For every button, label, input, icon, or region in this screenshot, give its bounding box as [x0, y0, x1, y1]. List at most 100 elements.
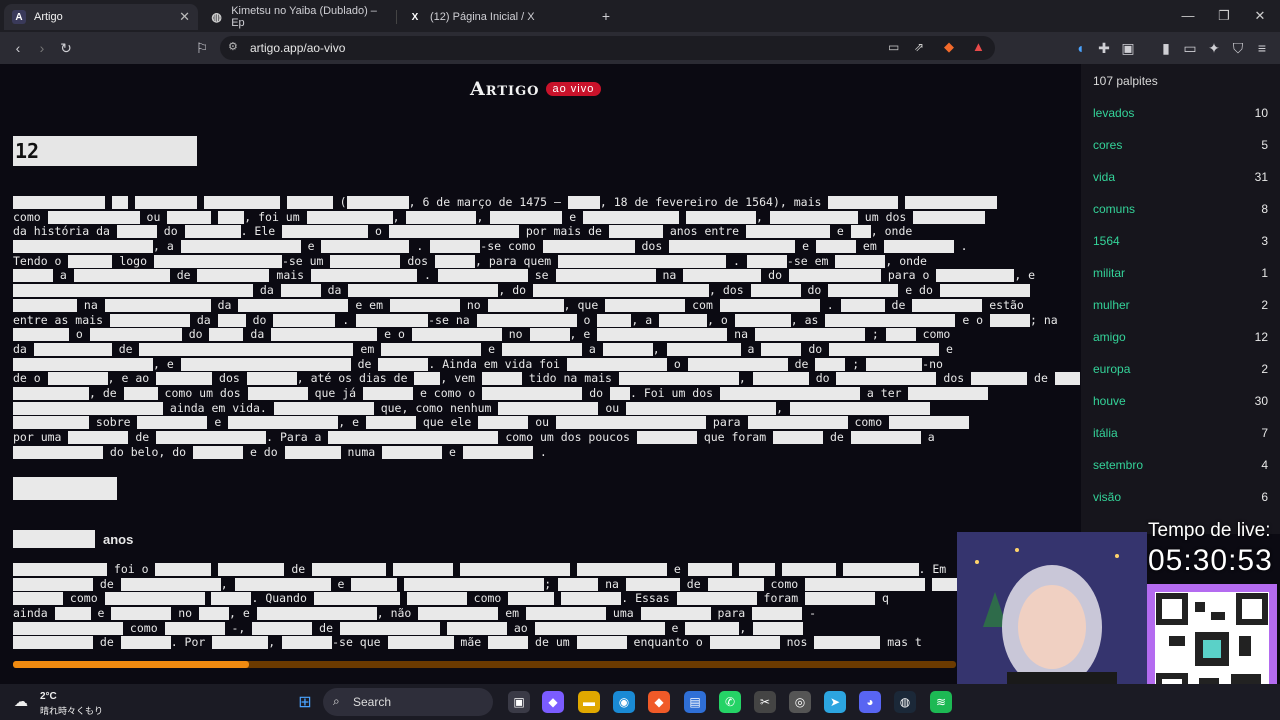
revealed-text [400, 591, 407, 605]
guess-word: vida [1093, 170, 1116, 184]
redacted-word [246, 372, 297, 386]
revealed-text: ; [845, 356, 867, 371]
address-bar[interactable]: ⚙ artigo.app/ao-vivo ▭ ⇗ ◆ ▲ [220, 36, 995, 60]
redacted-word [430, 240, 481, 254]
brand-title[interactable]: Artigo [470, 78, 540, 100]
revealed-text: , não [376, 606, 419, 621]
redacted-word [111, 607, 172, 621]
steam-icon[interactable]: ◍ [894, 691, 916, 713]
taskbar-search[interactable]: ⌕ Search [323, 688, 493, 716]
revealed-text: de [350, 356, 379, 371]
close-tab-icon[interactable]: ✕ [179, 9, 190, 25]
leo-ai-icon[interactable]: ✦ [1204, 38, 1224, 58]
artigo-favicon-icon: A [12, 10, 26, 24]
live-time-label: Tempo de live: [1148, 520, 1271, 541]
start-icon[interactable]: ⊞ [294, 691, 316, 713]
spotify-icon[interactable]: ≋ [930, 691, 952, 713]
obs-icon[interactable]: ◎ [789, 691, 811, 713]
redacted-word [829, 342, 940, 356]
article-line: da da , do , dos do e do [13, 283, 1068, 298]
whatsapp-icon[interactable]: ✆ [719, 691, 741, 713]
revealed-text: da [253, 283, 281, 298]
sidebar-toggle-icon[interactable]: ▮ [1156, 38, 1176, 58]
revealed-text: e em [348, 297, 390, 312]
tab-kimetsu[interactable]: ◍ Kimetsu no Yaiba (Dublado) – Ep [202, 4, 392, 30]
redacted-word [271, 328, 378, 342]
redacted-word [252, 621, 313, 635]
redacted-word [199, 607, 230, 621]
copilot-icon[interactable]: ◆ [542, 691, 564, 713]
brave-icon[interactable]: ◆ [648, 691, 670, 713]
tab-x[interactable]: X (12) Página Inicial / X [400, 4, 590, 30]
url-text[interactable]: artigo.app/ao-vivo [250, 41, 345, 55]
redacted-word [306, 210, 393, 224]
redacted-word [498, 401, 599, 415]
vpn-shield-icon[interactable]: ⛉ [1228, 38, 1248, 58]
redacted-word [555, 269, 656, 283]
redacted-word [850, 225, 871, 239]
tab-label: Artigo [34, 11, 63, 23]
redacted-word [686, 210, 757, 224]
redacted-word [761, 342, 802, 356]
wallet-icon[interactable]: ▭ [1180, 38, 1200, 58]
revealed-text: . Foi um dos [629, 385, 720, 400]
redacted-word [618, 372, 739, 386]
redacted-word [197, 269, 270, 283]
redacted-word [13, 284, 253, 298]
article-line: entre as mais da do . -se na o , a , o ,… [13, 313, 1068, 328]
tab-search-icon[interactable]: ▣ [1118, 38, 1138, 58]
redacted-word [636, 431, 697, 444]
redacted-word [913, 210, 986, 224]
revealed-text: uma [605, 606, 641, 621]
revealed-text: , [756, 209, 770, 224]
brave-shields-icon[interactable]: ◆ [944, 39, 954, 55]
redacted-word [905, 196, 998, 209]
cast-icon[interactable]: ▭ [888, 40, 899, 54]
revealed-text: dos [212, 371, 247, 386]
forward-icon[interactable]: › [32, 38, 52, 58]
tab-artigo[interactable]: A Artigo ✕ [4, 4, 198, 30]
capcut-icon[interactable]: ✂ [754, 691, 776, 713]
site-info-icon[interactable]: ⚙ [228, 40, 238, 53]
discord-icon[interactable]: ◕ [859, 691, 881, 713]
revealed-text: mãe [453, 635, 489, 650]
redacted-word [313, 592, 400, 606]
task-view-icon[interactable]: ▣ [508, 691, 530, 713]
revealed-text: como [123, 620, 165, 635]
audio-icon[interactable]: ◖ [1070, 38, 1090, 58]
revealed-text: no [171, 606, 200, 621]
guess-item: itália 7 [1093, 426, 1268, 440]
revealed-text: de [111, 341, 140, 356]
redacted-word [104, 592, 205, 606]
redacted-word [193, 445, 244, 459]
revealed-text: como um dos poucos [498, 430, 637, 444]
bookmark-icon[interactable]: ⚐ [192, 38, 212, 58]
extensions-icon[interactable]: ✚ [1094, 38, 1114, 58]
edge-icon[interactable]: ◉ [613, 691, 635, 713]
telegram-icon[interactable]: ➤ [824, 691, 846, 713]
redacted-word [533, 284, 710, 298]
back-icon[interactable]: ‹ [8, 38, 28, 58]
revealed-text: Tendo o [13, 253, 69, 268]
revealed-text: mais [269, 268, 312, 283]
file-explorer-icon[interactable]: ▬ [578, 691, 600, 713]
revealed-text: -se como [480, 239, 543, 254]
store-icon[interactable]: ▤ [684, 691, 706, 713]
brave-rewards-icon[interactable]: ▲ [972, 39, 985, 54]
revealed-text: do [761, 268, 789, 283]
minimize-icon[interactable]: — [1178, 8, 1198, 23]
new-tab-icon[interactable]: + [596, 6, 616, 26]
guess-count-value: 2 [1261, 362, 1268, 376]
redacted-word [609, 386, 630, 400]
revealed-text: e [207, 415, 229, 430]
reload-icon[interactable]: ↻ [56, 38, 76, 58]
share-icon[interactable]: ⇗ [914, 40, 924, 54]
revealed-text [925, 577, 932, 591]
menu-icon[interactable]: ≡ [1252, 38, 1272, 58]
close-window-icon[interactable]: ✕ [1250, 8, 1270, 24]
restore-icon[interactable]: ❐ [1214, 8, 1234, 24]
revealed-text: ou [139, 209, 168, 224]
guess-word: militar [1093, 266, 1125, 280]
revealed-text: do [800, 283, 829, 298]
redacted-word [734, 313, 791, 327]
